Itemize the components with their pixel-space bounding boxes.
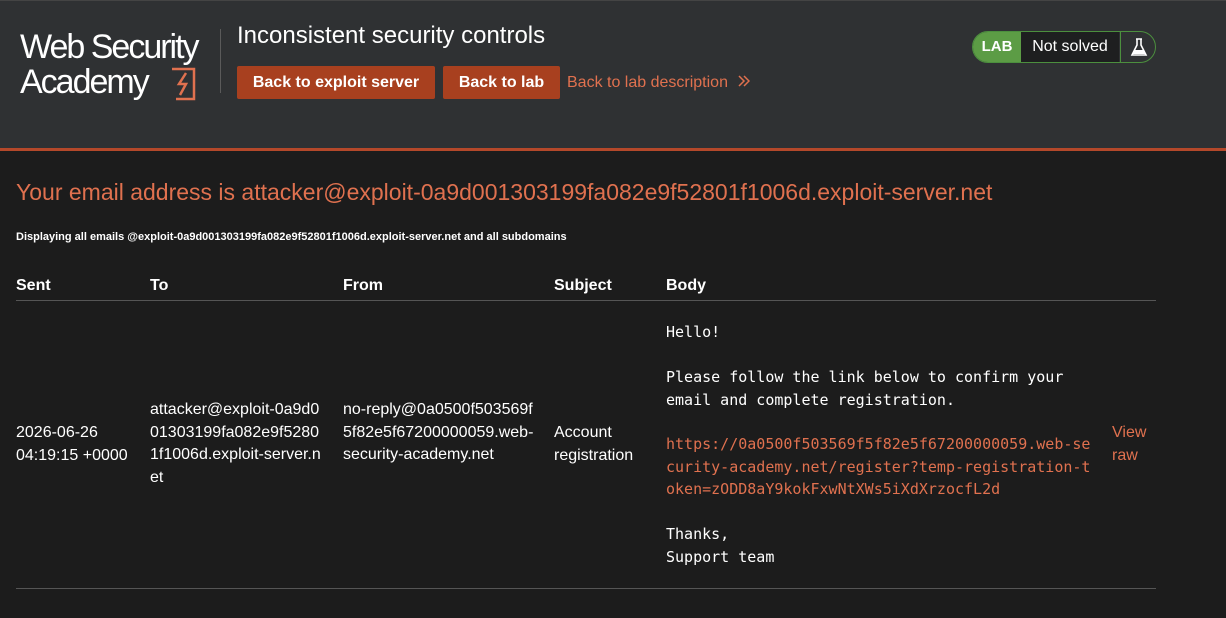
column-header-subject: Subject bbox=[554, 277, 612, 294]
back-to-lab-description-label: Back to lab description bbox=[567, 74, 728, 91]
lab-status-widget: LAB Not solved bbox=[972, 31, 1156, 63]
header-divider bbox=[220, 29, 221, 93]
lab-status-text: Not solved bbox=[1021, 32, 1119, 62]
double-chevron-right-icon bbox=[738, 75, 751, 87]
email-from: no-reply@0a0500f503569f5f82e5f6720000005… bbox=[343, 401, 534, 463]
back-to-lab-button[interactable]: Back to lab bbox=[443, 66, 560, 99]
flask-icon bbox=[1130, 38, 1148, 56]
back-to-exploit-server-button[interactable]: Back to exploit server bbox=[237, 66, 435, 99]
column-header-from: From bbox=[343, 277, 383, 294]
column-header-body: Body bbox=[666, 277, 706, 294]
email-sent-time: 2026-06-26 04:19:15 +0000 bbox=[16, 424, 128, 464]
registration-link[interactable]: https://0a0500f503569f5f82e5f67200000059… bbox=[666, 433, 1096, 501]
email-body-outro: Thanks, Support team bbox=[666, 525, 775, 566]
flask-icon-container bbox=[1120, 32, 1155, 62]
back-to-lab-description-link[interactable]: Back to lab description bbox=[567, 74, 751, 92]
table-header-divider bbox=[16, 300, 1156, 301]
web-security-academy-logo[interactable]: Web Security Academy bbox=[20, 29, 220, 103]
logo-line-2: Academy bbox=[20, 63, 150, 101]
view-raw-link[interactable]: View raw bbox=[1112, 422, 1152, 467]
display-note: Displaying all emails @exploit-0a9d00130… bbox=[16, 231, 567, 243]
email-address-heading: Your email address is attacker@exploit-0… bbox=[16, 179, 993, 205]
email-subject: Account registration bbox=[554, 424, 634, 464]
column-header-sent: Sent bbox=[16, 277, 51, 294]
header: Web Security Academy Inconsistent securi… bbox=[0, 0, 1226, 151]
table-row-divider bbox=[16, 588, 1156, 589]
lab-title: Inconsistent security controls bbox=[237, 22, 546, 49]
lab-badge: LAB bbox=[973, 32, 1021, 62]
email-to: attacker@exploit-0a9d001303199fa082e9f52… bbox=[150, 401, 321, 486]
email-body-intro: Hello! Please follow the link below to c… bbox=[666, 323, 1064, 409]
column-header-to: To bbox=[150, 277, 169, 294]
logo-bolt-icon bbox=[172, 67, 196, 101]
logo-line-1: Web Security bbox=[20, 28, 200, 66]
